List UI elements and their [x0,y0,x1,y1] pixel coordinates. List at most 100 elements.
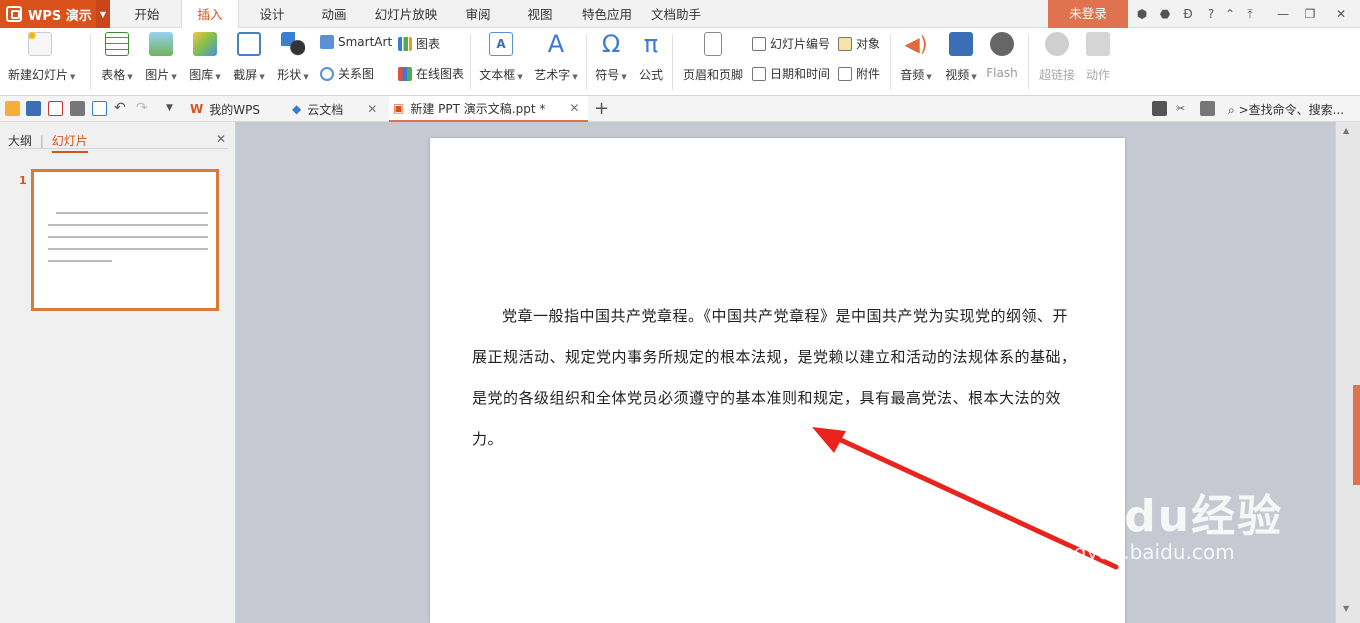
film-icon [949,32,973,56]
flash-button[interactable]: Flash [984,32,1020,80]
audio-button[interactable]: ◀) 音频 ▼ [896,32,936,83]
smartart-button[interactable]: SmartArt [320,35,392,49]
doc-tab-label: 云文档 [307,102,344,117]
online-chart-label: 在线图表 [416,67,465,81]
slide-panel: 大纲 | 幻灯片 ✕ 1 [0,122,236,623]
close-icon[interactable]: ✕ [1333,6,1349,22]
header-footer-icon [704,32,722,56]
app-menu-button[interactable]: WPS 演示 ▼ [0,0,110,28]
ribbon-divider [890,34,891,90]
slide-number-button[interactable]: 幻灯片编号 [752,35,830,52]
chevron-down-icon[interactable]: ▼ [166,101,181,116]
command-search[interactable]: ⌕ >查找命令、搜索... [1228,101,1344,118]
action-button[interactable]: 动作 [1082,32,1114,83]
settings-icon[interactable]: ⬣ [1157,6,1173,22]
minimize-icon[interactable]: — [1275,6,1291,22]
side-panel-handle[interactable] [1353,385,1360,485]
doc-tab-cloud[interactable]: ◆ 云文档 ✕ [292,96,388,122]
picture-icon [149,32,173,56]
speaker-icon: ◀) [904,32,928,56]
tab-design[interactable]: 设计 [244,0,300,28]
online-chart-icon [398,66,412,81]
export-pdf-icon[interactable] [48,101,63,116]
maximize-icon[interactable]: ❐ [1302,6,1318,22]
tab-animation[interactable]: 动画 [306,0,362,28]
object-button[interactable]: 对象 [838,35,880,52]
audio-label: 音频 [900,68,925,82]
hyperlink-button[interactable]: 超链接 [1036,32,1078,83]
skin-icon[interactable]: ⬢ [1134,6,1150,22]
action-label: 动作 [1085,68,1110,82]
doc-tab-label: 新建 PPT 演示文稿.ppt * [410,101,546,116]
flash-icon [990,32,1014,56]
attachment-icon [838,66,852,81]
chevron-up-icon[interactable]: ⌃ [1222,6,1238,22]
save-icon[interactable] [26,101,41,116]
picture-button[interactable]: 图片 ▼ [142,32,180,83]
new-slide-button[interactable]: ✸ 新建幻灯片 ▼ [8,29,75,83]
gallery-button[interactable]: 图库 ▼ [186,32,224,83]
doc-tab-ppt[interactable]: ▣ 新建 PPT 演示文稿.ppt * ✕ [389,96,588,122]
undo-icon[interactable]: ↶ [114,101,129,116]
restore-ribbon-icon[interactable]: ⤒ [1242,6,1258,22]
wps-w-icon: W [190,102,204,116]
gallery-label: 图库 [189,68,214,82]
table-button[interactable]: 表格 ▼ [98,32,136,83]
tab-slideshow[interactable]: 幻灯片放映 [368,0,444,28]
close-panel-icon[interactable]: ✕ [216,132,226,146]
tab-insert[interactable]: 插入 [181,0,239,29]
login-button[interactable]: 未登录 [1048,0,1128,28]
attachment-button[interactable]: 附件 [838,65,880,82]
screenshot-button[interactable]: 截屏 ▼ [230,32,268,83]
symbol-button[interactable]: Ω 符号 ▼ [592,32,630,83]
tab-outline[interactable]: 大纲 [8,134,32,148]
shapes-button[interactable]: 形状 ▼ [274,32,312,83]
flash-label: Flash [986,66,1018,80]
textbox-button[interactable]: A 文本框 ▼ [476,32,526,83]
chevron-down-icon[interactable]: ▼ [96,0,110,28]
slide-thumbnail[interactable] [31,169,219,311]
panel-divider [8,148,228,149]
chart-button[interactable]: 图表 [398,35,440,52]
textbox-icon: A [489,32,513,56]
doc-tab-label: 我的WPS [209,102,260,117]
pin-icon[interactable]: ✂ [1176,101,1191,116]
tab-view[interactable]: 视图 [514,0,566,28]
share-icon[interactable] [1200,101,1215,116]
tab-review[interactable]: 审阅 [452,0,504,28]
feedback-icon[interactable]: Ð [1180,6,1196,22]
gallery-icon [193,32,217,56]
help-icon[interactable]: ? [1203,6,1219,22]
video-button[interactable]: 视频 ▼ [942,32,980,83]
close-tab-icon[interactable]: ✕ [367,102,377,116]
close-tab-icon[interactable]: ✕ [569,101,579,115]
ribbon: ✸ 新建幻灯片 ▼ 表格 ▼ 图片 ▼ 图库 ▼ 截屏 ▼ 形状 ▼ SmartArt 图表… [0,28,1360,96]
smartart-label: SmartArt [338,35,393,49]
scroll-down-icon[interactable]: ▼ [1343,604,1349,613]
formula-button[interactable]: π 公式 [636,32,666,83]
slideshow-icon[interactable] [1152,101,1167,116]
redo-icon[interactable]: ↷ [136,101,151,116]
thumbnail-text-lines [48,212,208,272]
doc-tab-my-wps[interactable]: W 我的WPS [190,96,286,122]
print-preview-icon[interactable] [92,101,107,116]
chart-icon [398,36,412,51]
tab-slides[interactable]: 幻灯片 [51,134,88,153]
header-footer-button[interactable]: 页眉和页脚 [680,32,746,83]
scroll-up-icon[interactable]: ▲ [1343,126,1349,135]
relation-chart-button[interactable]: 关系图 [320,65,374,82]
tab-doc-assistant[interactable]: 文档助手 [644,0,708,28]
new-tab-icon[interactable]: + [594,98,609,119]
open-folder-icon[interactable] [5,101,20,116]
print-icon[interactable] [70,101,85,116]
tab-home[interactable]: 开始 [118,0,176,28]
menu-bar: WPS 演示 ▼ 开始 插入 设计 动画 幻灯片放映 审阅 视图 特色应用 文档… [0,0,1360,29]
object-icon [838,36,852,51]
date-time-button[interactable]: 日期和时间 [752,65,830,82]
tab-special[interactable]: 特色应用 [574,0,640,28]
new-slide-icon: ✸ [27,29,52,56]
online-chart-button[interactable]: 在线图表 [398,65,464,82]
date-time-label: 日期和时间 [770,67,831,81]
shapes-label: 形状 [277,68,302,82]
wordart-button[interactable]: A 艺术字 ▼ [532,32,580,83]
